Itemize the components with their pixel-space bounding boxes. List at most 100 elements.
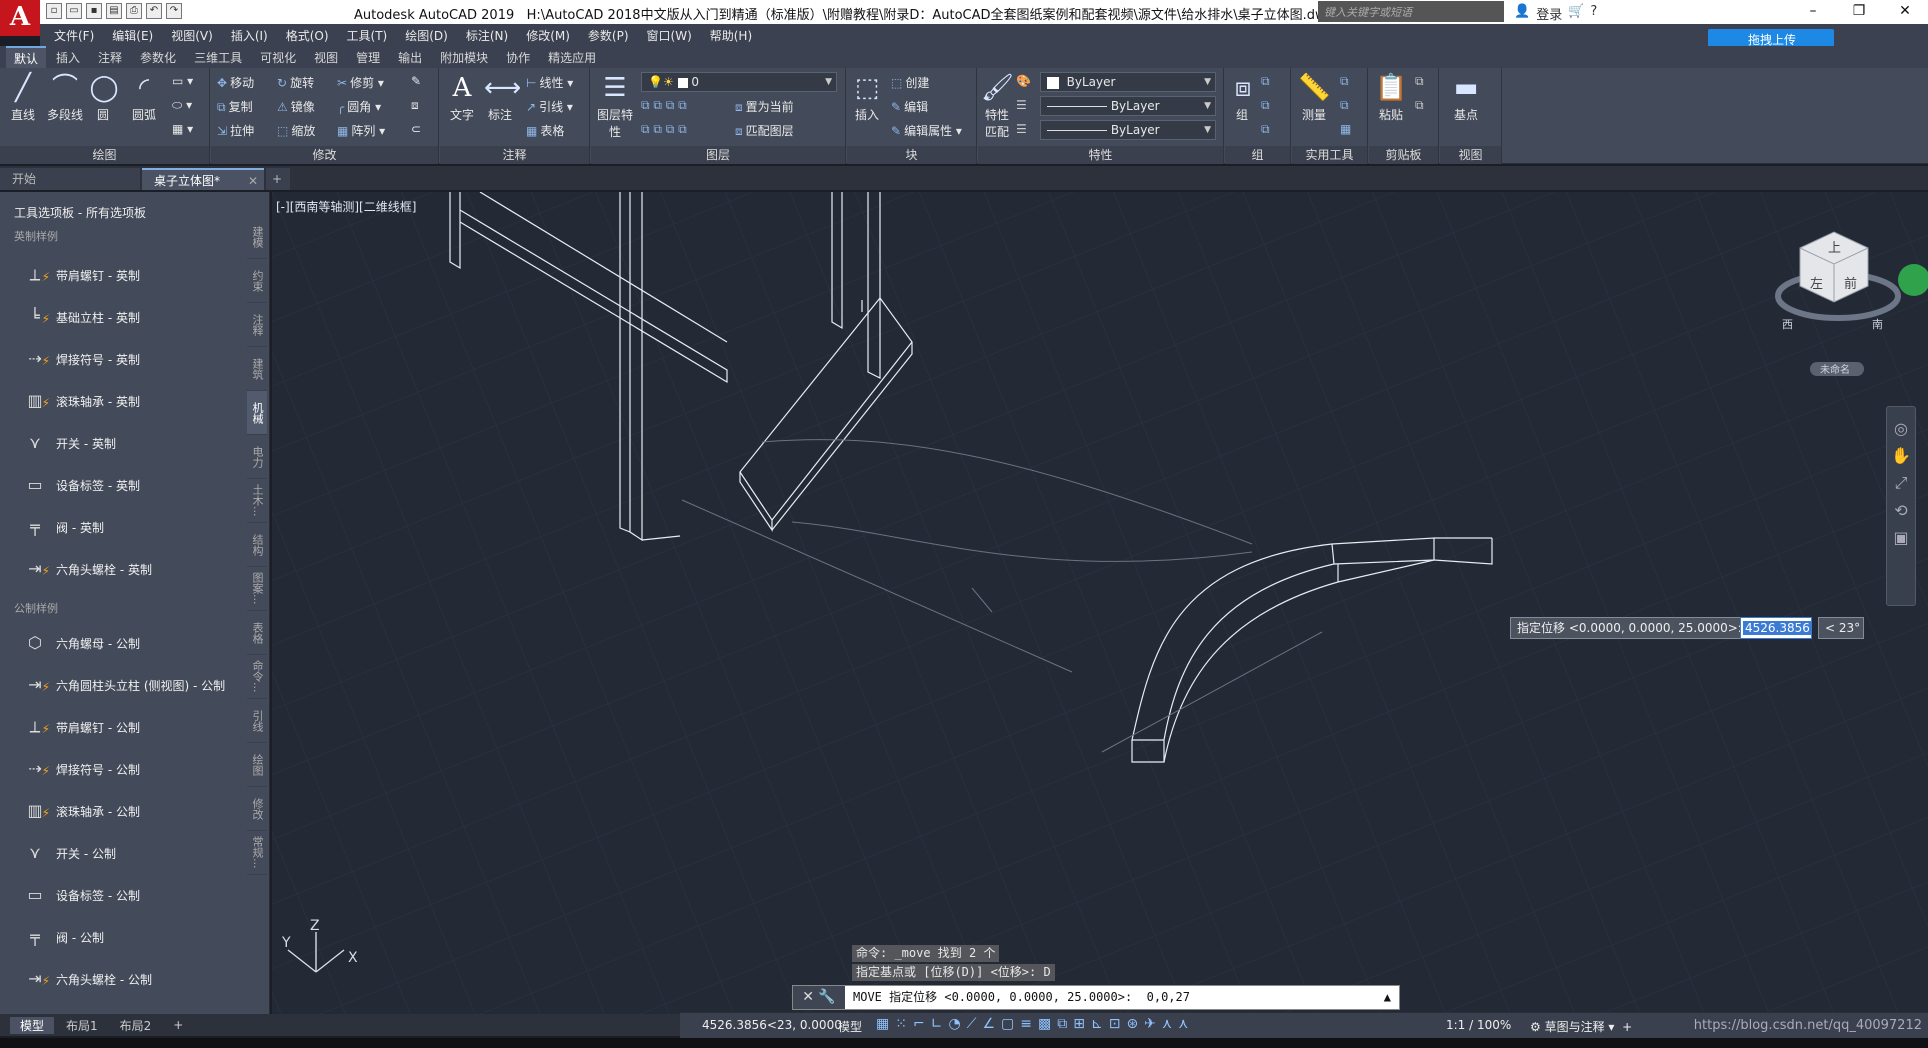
utilities-panel-title[interactable]: 实用工具	[1292, 146, 1367, 164]
saveas-icon[interactable]: ▤	[106, 3, 122, 19]
layer-properties-button[interactable]: ☰ 图层特性	[593, 72, 637, 140]
search-input[interactable]: 键入关键字或短语	[1318, 1, 1504, 22]
login-label[interactable]: 登录	[1536, 4, 1562, 23]
tab-document[interactable]: 桌子立体图* ✕	[142, 168, 264, 190]
menu-draw[interactable]: 绘图(D)	[405, 27, 448, 44]
vtab-structural[interactable]: 结构	[247, 523, 267, 567]
menu-tools[interactable]: 工具(T)	[347, 27, 388, 44]
block-panel-title[interactable]: 块	[847, 146, 976, 164]
add-layout-button[interactable]: +	[163, 1018, 193, 1032]
menu-modify[interactable]: 修改(M)	[526, 27, 570, 44]
vtab-civil[interactable]: 土木...	[247, 479, 267, 523]
linetype-icon[interactable]: ☰	[1016, 98, 1027, 112]
arc-button[interactable]: ◜ 圆弧	[124, 72, 164, 123]
annotation-scale-icon[interactable]: ⋏	[1178, 1016, 1188, 1032]
menu-insert[interactable]: 插入(I)	[231, 27, 268, 44]
orbit-icon[interactable]: ⟲	[1894, 501, 1907, 520]
edit-attributes-button[interactable]: ✎ 编辑属性 ▾	[891, 122, 962, 139]
vtab-modify[interactable]: 修改	[247, 787, 267, 831]
dynamic-angle-field[interactable]: < 23°	[1818, 617, 1864, 639]
menu-parametric[interactable]: 参数(P)	[588, 27, 629, 44]
palette-item[interactable]: ⋎ 开关 - 英制	[22, 430, 116, 456]
help-icon[interactable]: ?	[1590, 4, 1597, 23]
color-wheel-icon[interactable]: 🎨	[1016, 74, 1031, 88]
view-panel-title[interactable]: 视图	[1440, 146, 1501, 164]
linear-button[interactable]: ⊢ 线性 ▾	[526, 74, 573, 91]
palette-item[interactable]: ▥ ⚡ 滚珠轴承 - 英制	[22, 388, 140, 414]
palette-item[interactable]: ⟂ ⚡ 带肩螺钉 - 公制	[22, 714, 140, 740]
palette-item[interactable]: ⋎ 开关 - 公制	[22, 840, 116, 866]
selection-filter-icon[interactable]: ⊡	[1109, 1016, 1121, 1032]
leader-button[interactable]: ↗ 引线 ▾	[526, 98, 573, 115]
open-icon[interactable]: ▭	[66, 3, 82, 19]
palette-item[interactable]: ╤ 阀 - 英制	[22, 514, 104, 540]
palette-item[interactable]: ⇥ ⚡ 六角圆柱头立柱 (侧视图) - 公制	[22, 672, 225, 698]
wrench-icon[interactable]: 🔧	[818, 989, 835, 1005]
tab-annotate[interactable]: 注释	[90, 47, 130, 68]
table-button[interactable]: ▦ 表格	[526, 122, 564, 139]
group-tool-1-icon[interactable]: ⧉	[1261, 74, 1270, 89]
drawing-viewport[interactable]: Y X Z 上 左 前 西 南 未命名	[272, 192, 1928, 1014]
tab-default[interactable]: 默认	[6, 45, 47, 69]
pan-icon[interactable]: ✋	[1891, 446, 1911, 465]
tab-featured-apps[interactable]: 精选应用	[540, 47, 604, 68]
coordinate-readout[interactable]: 4526.3856<23, 0.0000	[702, 1018, 842, 1032]
undo-icon[interactable]: ↶	[146, 3, 162, 19]
dynamic-ucs-icon[interactable]: ⊾	[1091, 1016, 1103, 1032]
tab-3d-tools[interactable]: 三维工具	[186, 47, 250, 68]
steering-wheel-icon[interactable]: ◎	[1894, 419, 1908, 438]
auto-scale-icon[interactable]: ⋏	[1162, 1016, 1172, 1032]
vtab-architectural[interactable]: 建筑	[247, 347, 267, 391]
selection-cycling-icon[interactable]: ⧉	[1057, 1016, 1067, 1032]
create-block-button[interactable]: ⬚ 创建	[891, 74, 929, 91]
palette-item[interactable]: ╤ 阀 - 公制	[22, 924, 104, 950]
autocad-logo-icon[interactable]: A	[0, 0, 40, 36]
dynamic-input-field[interactable]: 4526.3856	[1740, 617, 1812, 639]
tab-visualize[interactable]: 可视化	[252, 47, 304, 68]
line-button[interactable]: ╱ 直线	[4, 72, 42, 123]
menu-dimension[interactable]: 标注(N)	[466, 27, 508, 44]
close-icon[interactable]: ✕	[1882, 0, 1928, 24]
close-tab-icon[interactable]: ✕	[248, 170, 258, 192]
model-space-button[interactable]: 模型	[838, 1018, 862, 1035]
vtab-electrical[interactable]: 电力	[247, 435, 267, 479]
new-tab-button[interactable]: +	[266, 168, 290, 190]
insert-block-button[interactable]: ⬚ 插入	[849, 72, 885, 123]
basepoint-button[interactable]: ▬ 基点	[1446, 72, 1486, 123]
layer-tools-row2[interactable]: ⧉ ⧉ ⧉ ⧉	[641, 122, 687, 137]
palette-item[interactable]: ⇥ ⚡ 六角头螺栓 - 公制	[22, 966, 152, 992]
mirror-button[interactable]: ⚠ 镜像	[277, 98, 315, 115]
new-icon[interactable]: ▫	[46, 3, 62, 19]
linetype-select[interactable]: ByLayer ▼	[1040, 96, 1216, 116]
save-icon[interactable]: ▪	[86, 3, 102, 19]
menu-edit[interactable]: 编辑(E)	[112, 27, 153, 44]
hatch-icon[interactable]: ▦ ▾	[172, 122, 193, 136]
layers-panel-title[interactable]: 图层	[591, 146, 845, 164]
vtab-leaders[interactable]: 引线	[247, 699, 267, 743]
lineweight-toggle-icon[interactable]: ≡	[1020, 1016, 1032, 1032]
edit-block-button[interactable]: ✎ 编辑	[891, 98, 928, 115]
polyline-button[interactable]: ⌒ 多段线	[42, 72, 88, 123]
palette-item[interactable]: ⇢ ⚡ 焊接符号 - 英制	[22, 346, 140, 372]
draw-panel-title[interactable]: 绘图	[0, 146, 209, 164]
vtab-constraints[interactable]: 约束	[247, 259, 267, 303]
group-tool-2-icon[interactable]: ⧉	[1261, 98, 1270, 113]
palette-item[interactable]: ▭ 设备标签 - 英制	[22, 472, 140, 498]
3d-osnap-icon[interactable]: ⊞	[1073, 1016, 1085, 1032]
vtab-tables[interactable]: 表格	[247, 611, 267, 655]
redo-icon[interactable]: ↷	[166, 3, 182, 19]
gizmo-icon[interactable]: ⊛	[1126, 1016, 1138, 1032]
command-line[interactable]: ✕ 🔧 MOVE 指定位移 <0.0000, 0.0000, 25.0000>:…	[792, 985, 1400, 1010]
vtab-hatches[interactable]: 图案...	[247, 567, 267, 611]
modify-panel-title[interactable]: 修改	[211, 146, 438, 164]
palette-item[interactable]: ▥ ⚡ 滚珠轴承 - 公制	[22, 798, 140, 824]
tab-parametric[interactable]: 参数化	[132, 47, 184, 68]
calculator-icon[interactable]: ▦	[1340, 122, 1351, 136]
text-button[interactable]: A 文字	[444, 72, 480, 123]
print-icon[interactable]: ⎙	[126, 3, 142, 19]
lineweight-icon[interactable]: ☰	[1016, 122, 1027, 136]
minimize-icon[interactable]: –	[1790, 0, 1836, 24]
annotation-scale[interactable]: 1:1 / 100%	[1446, 1018, 1511, 1032]
vtab-mechanical[interactable]: 机械	[247, 391, 267, 435]
zoom-icon[interactable]: ⤢	[1895, 473, 1908, 493]
